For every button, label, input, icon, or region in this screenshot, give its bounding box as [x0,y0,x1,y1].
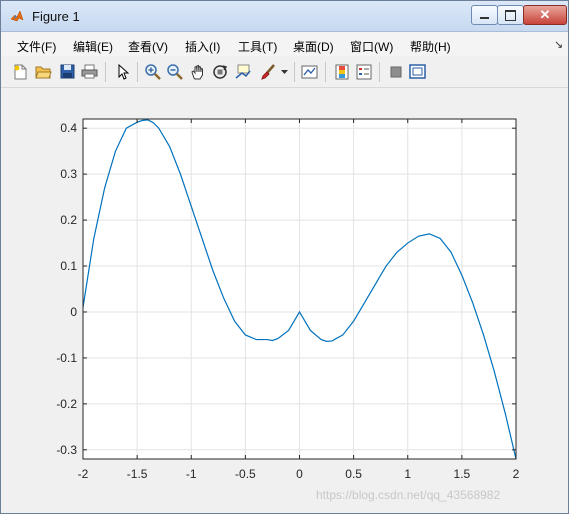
x-tick-label: 1.5 [454,467,471,481]
y-tick-label: -0.1 [56,351,77,365]
figure-canvas: -2 -1.5 -1 -0.5 0 0.5 1 1.5 2 -0.3 -0.2 -0.1 0 0.1 0.2… [1,88,568,513]
toolbar-separator [294,62,295,82]
matlab-logo-icon [10,10,24,22]
y-tick-label: -0.2 [56,397,77,411]
window-title: Figure 1 [32,9,80,24]
x-tick-label: -1.5 [127,467,148,481]
x-tick-label: 2 [513,467,520,481]
save-icon[interactable] [59,63,76,80]
y-tick-label: 0.3 [60,167,77,181]
line-chart[interactable]: -2 -1.5 -1 -0.5 0 0.5 1 1.5 2 -0.3 -0.2 -0.1 0 0.1 0.2… [1,88,568,513]
x-tick-label: -0.5 [235,467,256,481]
menu-window[interactable]: 窗口(W) [350,38,393,55]
new-figure-icon[interactable] [12,63,29,80]
maximize-icon [505,10,516,21]
y-tick-label: 0.4 [60,121,77,135]
hide-plot-tools-icon[interactable] [387,63,404,80]
figure-window: Figure 1 ✕ 文件(F) 编辑(E) 查看(V) 插入(I) 工具(T)… [0,0,569,514]
brush-icon[interactable] [259,63,276,80]
toolbar-separator [379,62,380,82]
x-tick-label: 1 [404,467,411,481]
menu-tools[interactable]: 工具(T) [238,38,277,55]
link-plot-icon[interactable] [301,63,318,80]
menu-desktop[interactable]: 桌面(D) [293,38,334,55]
minimize-icon [480,17,489,19]
watermark: https://blog.csdn.net/qq_43568982 [316,488,501,502]
brush-dropdown-icon[interactable] [279,63,289,80]
pointer-icon[interactable] [114,63,131,80]
x-tick-label: 0 [296,467,303,481]
zoom-out-icon[interactable] [166,63,183,80]
y-tick-label: 0.2 [60,213,77,227]
minimize-button[interactable] [471,5,498,25]
maximize-button[interactable] [497,5,524,25]
figure-toolbar [1,57,568,88]
menu-view[interactable]: 查看(V) [128,38,168,55]
toolbar-separator [325,62,326,82]
close-button[interactable]: ✕ [523,5,567,25]
data-cursor-icon[interactable] [234,63,251,80]
zoom-in-icon[interactable] [144,63,161,80]
menu-bar: 文件(F) 编辑(E) 查看(V) 插入(I) 工具(T) 桌面(D) 窗口(W… [1,32,568,56]
x-tick-label: -2 [78,467,89,481]
pan-hand-icon[interactable] [189,63,206,80]
toolbar-separator [105,62,106,82]
menu-edit[interactable]: 编辑(E) [73,38,113,55]
menu-file[interactable]: 文件(F) [17,38,56,55]
x-tick-label: -1 [186,467,197,481]
close-icon: ✕ [539,7,551,22]
y-tick-label: -0.3 [56,443,77,457]
colorbar-icon[interactable] [333,63,350,80]
y-tick-label: 0 [70,305,77,319]
menu-insert[interactable]: 插入(I) [185,38,220,55]
menu-help[interactable]: 帮助(H) [410,38,451,55]
title-bar[interactable]: Figure 1 ✕ [1,1,568,32]
x-tick-label: 0.5 [345,467,362,481]
toolbar-separator [137,62,138,82]
open-file-icon[interactable] [35,63,52,80]
show-plot-tools-icon[interactable] [409,63,426,80]
rotate-3d-icon[interactable] [211,63,228,80]
legend-icon[interactable] [355,63,372,80]
menu-overflow-icon[interactable]: ↘ [554,38,563,51]
print-icon[interactable] [81,63,98,80]
y-tick-label: 0.1 [60,259,77,273]
